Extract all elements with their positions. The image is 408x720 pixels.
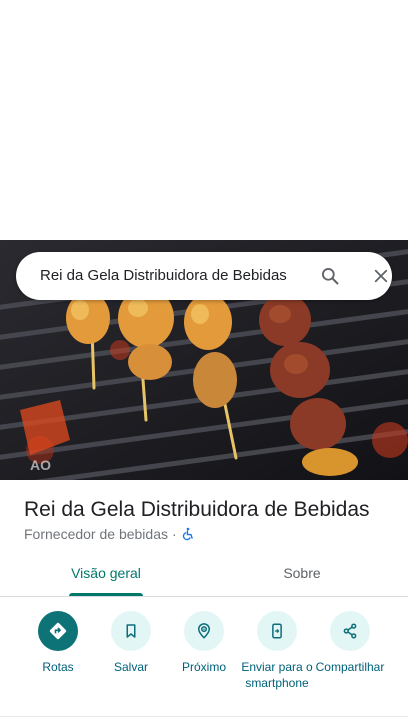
- share-label: Compartilhar: [315, 660, 385, 674]
- place-category: Fornecedor de bebidas: [24, 526, 168, 542]
- tab-about[interactable]: Sobre: [252, 552, 352, 597]
- save-button[interactable]: Salvar: [93, 611, 169, 675]
- directions-label: Rotas: [42, 660, 74, 674]
- separator: ·: [172, 526, 177, 542]
- send-to-phone-label: Enviar para o smartphone: [241, 660, 313, 690]
- save-label: Salvar: [113, 660, 148, 674]
- tab-bar: Visão geral Sobre: [0, 552, 408, 597]
- place-subtitle: Fornecedor de bebidas ·: [24, 526, 195, 542]
- nearby-label: Próximo: [181, 660, 226, 674]
- wheelchair-icon: [181, 527, 195, 541]
- tab-selected-indicator: [69, 593, 143, 596]
- search-input[interactable]: Rei da Gela Distribuidora de Bebidas: [40, 252, 302, 300]
- action-row: Rotas Salvar Próximo Enviar para o smart…: [0, 600, 408, 716]
- divider: [0, 716, 408, 717]
- send-to-phone-button[interactable]: Enviar para o smartphone: [239, 611, 315, 691]
- place-title: Rei da Gela Distribuidora de Bebidas: [24, 498, 370, 521]
- share-button[interactable]: Compartilhar: [312, 611, 388, 675]
- share-icon[interactable]: [330, 611, 370, 651]
- directions-button[interactable]: Rotas: [20, 611, 96, 675]
- send-to-phone-icon[interactable]: [257, 611, 297, 651]
- close-icon[interactable]: [369, 264, 393, 288]
- search-icon[interactable]: [318, 264, 342, 288]
- svg-text:AO: AO: [30, 457, 51, 473]
- bookmark-icon[interactable]: [111, 611, 151, 651]
- search-bar[interactable]: Rei da Gela Distribuidora de Bebidas: [16, 252, 392, 300]
- nearby-icon[interactable]: [184, 611, 224, 651]
- tab-overview[interactable]: Visão geral: [56, 552, 156, 597]
- nearby-button[interactable]: Próximo: [166, 611, 242, 675]
- place-panel: AO Rei da Gela Distribuidora de Bebidas …: [0, 0, 408, 720]
- directions-icon[interactable]: [38, 611, 78, 651]
